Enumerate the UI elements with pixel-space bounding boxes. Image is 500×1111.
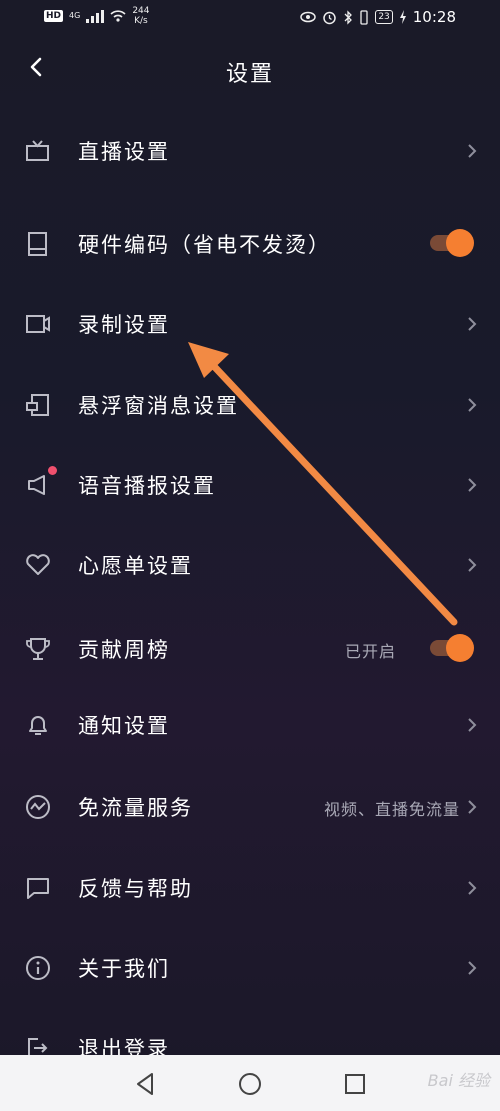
- chevron-right-icon: [468, 881, 477, 895]
- vibrate-icon: [360, 9, 368, 25]
- chevron-right-icon: [468, 478, 477, 492]
- system-nav-bar: Bai 经验: [0, 1055, 500, 1111]
- tablet-icon: [28, 232, 47, 256]
- status-bar: HD 4G 244 K/s 23 10:28: [0, 0, 500, 36]
- message-icon: [27, 878, 49, 899]
- heart-icon: [26, 554, 50, 575]
- watermark: Bai 经验: [427, 1071, 490, 1090]
- setting-label: 录制设置: [78, 313, 170, 337]
- setting-row-live[interactable]: 直播设置: [0, 116, 500, 186]
- video-camera-icon: [26, 315, 50, 333]
- speaker-icon: [28, 475, 45, 495]
- clock: 10:28: [412, 8, 456, 26]
- floating-window-icon: [26, 394, 49, 416]
- setting-row-weekly-contribution[interactable]: 贡献周榜 已开启: [0, 614, 500, 684]
- header: 设置: [0, 40, 500, 100]
- info-icon: [26, 956, 50, 980]
- signal-icon: [86, 9, 105, 23]
- chevron-right-icon: [468, 718, 477, 732]
- pulse-icon: [26, 795, 50, 819]
- hardware-encoding-toggle[interactable]: [430, 228, 476, 258]
- eye-icon: [300, 11, 317, 23]
- alarm-icon: [323, 11, 337, 24]
- setting-label: 反馈与帮助: [78, 877, 193, 901]
- setting-label: 硬件编码（省电不发烫）: [78, 233, 331, 257]
- chevron-right-icon: [468, 317, 477, 331]
- chevron-right-icon: [468, 144, 477, 158]
- network-type: 4G: [69, 11, 81, 20]
- setting-row-free-data[interactable]: 免流量服务 视频、直播免流量: [0, 772, 500, 842]
- hd-badge: HD: [44, 10, 64, 22]
- setting-label: 悬浮窗消息设置: [78, 394, 239, 418]
- network-speed: 244 K/s: [132, 6, 150, 26]
- nav-back-icon[interactable]: [128, 1067, 162, 1101]
- setting-row-feedback[interactable]: 反馈与帮助: [0, 853, 500, 923]
- chevron-right-icon: [468, 961, 477, 975]
- setting-row-notifications[interactable]: 通知设置: [0, 690, 500, 760]
- setting-row-about[interactable]: 关于我们: [0, 933, 500, 1003]
- battery-level: 23: [375, 10, 393, 24]
- wifi-icon: [110, 10, 126, 22]
- setting-label: 关于我们: [78, 957, 170, 981]
- setting-label: 通知设置: [78, 714, 170, 738]
- setting-label: 语音播报设置: [78, 474, 216, 498]
- setting-label: 心愿单设置: [78, 554, 193, 578]
- chevron-right-icon: [468, 558, 477, 572]
- setting-row-hardware-encoding[interactable]: 硬件编码（省电不发烫）: [0, 209, 500, 279]
- setting-value: 视频、直播免流量: [323, 800, 460, 819]
- page-title: 设置: [225, 62, 274, 87]
- charging-icon: [399, 10, 406, 24]
- setting-label: 直播设置: [78, 140, 170, 164]
- setting-row-wishlist[interactable]: 心愿单设置: [0, 530, 500, 600]
- chevron-right-icon: [468, 398, 477, 412]
- setting-row-floating-window[interactable]: 悬浮窗消息设置: [0, 370, 500, 440]
- setting-label: 贡献周榜: [78, 638, 170, 662]
- setting-value: 已开启: [344, 642, 396, 661]
- nav-home-icon[interactable]: [233, 1067, 267, 1101]
- trophy-icon: [26, 638, 50, 660]
- bell-icon: [29, 716, 47, 735]
- setting-label: 免流量服务: [78, 796, 193, 820]
- setting-row-recording[interactable]: 录制设置: [0, 289, 500, 359]
- setting-row-voice-broadcast[interactable]: 语音播报设置: [0, 450, 500, 520]
- tv-icon: [26, 140, 49, 161]
- nav-recents-icon[interactable]: [338, 1067, 372, 1101]
- bluetooth-icon: [344, 9, 353, 25]
- notification-badge: [48, 466, 57, 475]
- weekly-contribution-toggle[interactable]: [430, 633, 476, 663]
- chevron-right-icon: [468, 800, 477, 814]
